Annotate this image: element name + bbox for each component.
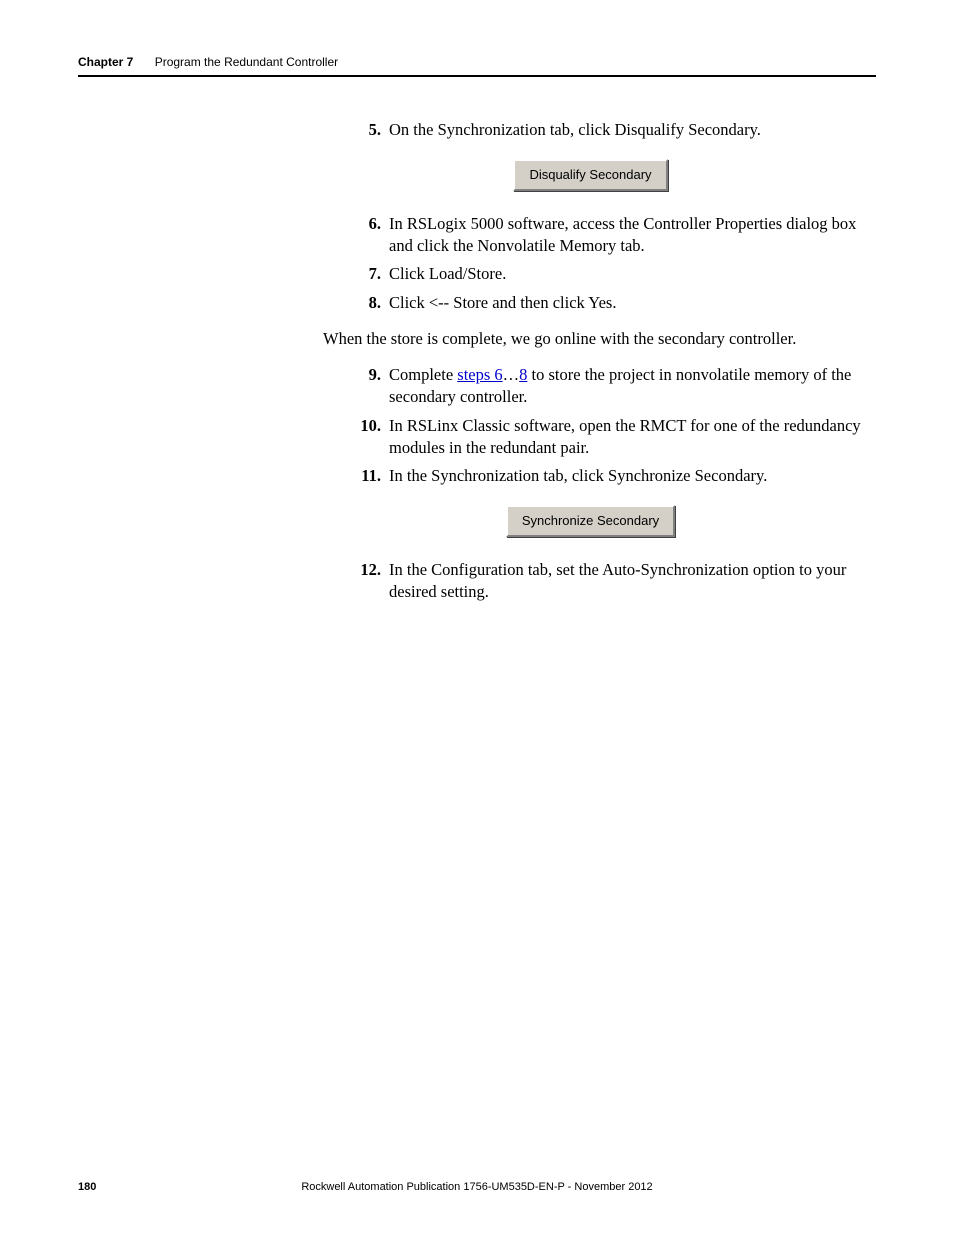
button-screenshot-1: Disqualify Secondary bbox=[305, 159, 876, 191]
step-number: 7. bbox=[343, 263, 389, 285]
page-footer: 180 Rockwell Automation Publication 1756… bbox=[78, 1181, 876, 1193]
step-text: Complete steps 6…8 to store the project … bbox=[389, 364, 876, 409]
publication-line: Rockwell Automation Publication 1756-UM5… bbox=[78, 1181, 876, 1193]
step-text: In the Synchronization tab, click Synchr… bbox=[389, 465, 876, 487]
button-screenshot-2: Synchronize Secondary bbox=[305, 505, 876, 537]
step-9-pre: Complete bbox=[389, 365, 457, 384]
step-11: 11. In the Synchronization tab, click Sy… bbox=[343, 465, 876, 487]
page-number: 180 bbox=[78, 1181, 96, 1193]
running-header: Chapter 7 Program the Redundant Controll… bbox=[78, 55, 876, 75]
body-content: 5. On the Synchronization tab, click Dis… bbox=[343, 119, 876, 604]
step-12: 12. In the Configuration tab, set the Au… bbox=[343, 559, 876, 604]
step-number: 12. bbox=[343, 559, 389, 604]
step-text: In the Configuration tab, set the Auto-S… bbox=[389, 559, 876, 604]
step-9: 9. Complete steps 6…8 to store the proje… bbox=[343, 364, 876, 409]
step-number: 11. bbox=[343, 465, 389, 487]
header-rule bbox=[78, 75, 876, 77]
chapter-title: Program the Redundant Controller bbox=[155, 55, 338, 69]
step-7: 7. Click Load/Store. bbox=[343, 263, 876, 285]
step-text: Click <-- Store and then click Yes. bbox=[389, 292, 876, 314]
disqualify-secondary-button[interactable]: Disqualify Secondary bbox=[513, 159, 667, 191]
step-6: 6. In RSLogix 5000 software, access the … bbox=[343, 213, 876, 258]
step-5: 5. On the Synchronization tab, click Dis… bbox=[343, 119, 876, 141]
step-text: In RSLogix 5000 software, access the Con… bbox=[389, 213, 876, 258]
step-text: On the Synchronization tab, click Disqua… bbox=[389, 119, 876, 141]
step-number: 9. bbox=[343, 364, 389, 409]
step-9-mid: … bbox=[503, 365, 520, 384]
step-number: 6. bbox=[343, 213, 389, 258]
step-10: 10. In RSLinx Classic software, open the… bbox=[343, 415, 876, 460]
step-text: In RSLinx Classic software, open the RMC… bbox=[389, 415, 876, 460]
step-number: 8. bbox=[343, 292, 389, 314]
step-number: 10. bbox=[343, 415, 389, 460]
link-steps-6[interactable]: steps 6 bbox=[457, 365, 502, 384]
step-text: Click Load/Store. bbox=[389, 263, 876, 285]
chapter-label: Chapter 7 bbox=[78, 55, 133, 69]
page-container: Chapter 7 Program the Redundant Controll… bbox=[0, 0, 954, 1235]
step-8: 8. Click <-- Store and then click Yes. bbox=[343, 292, 876, 314]
step-number: 5. bbox=[343, 119, 389, 141]
paragraph-after-step-8: When the store is complete, we go online… bbox=[323, 328, 876, 350]
synchronize-secondary-button[interactable]: Synchronize Secondary bbox=[506, 505, 675, 537]
